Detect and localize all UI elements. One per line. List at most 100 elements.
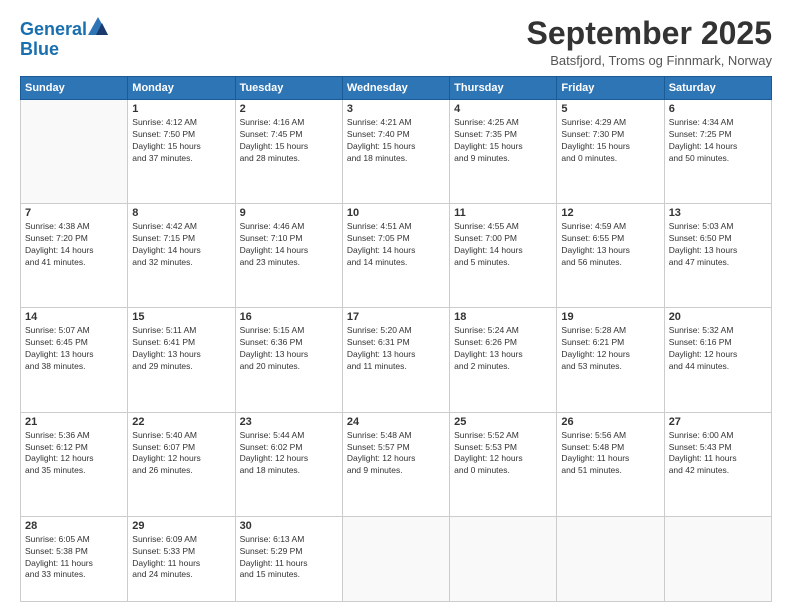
table-row xyxy=(664,516,771,601)
calendar-week-row: 21 Sunrise: 5:36 AM Sunset: 6:12 PM Dayli… xyxy=(21,412,772,516)
table-row: 4 Sunrise: 4:25 AM Sunset: 7:35 PM Daylig… xyxy=(450,100,557,204)
day-info: Sunrise: 4:34 AM Sunset: 7:25 PM Dayligh… xyxy=(669,117,767,165)
col-sunday: Sunday xyxy=(21,77,128,100)
table-row: 8 Sunrise: 4:42 AM Sunset: 7:15 PM Daylig… xyxy=(128,204,235,308)
table-row: 22 Sunrise: 5:40 AM Sunset: 6:07 PM Dayli… xyxy=(128,412,235,516)
day-info: Sunrise: 5:28 AM Sunset: 6:21 PM Dayligh… xyxy=(561,325,659,373)
day-info: Sunrise: 5:15 AM Sunset: 6:36 PM Dayligh… xyxy=(240,325,338,373)
day-number: 11 xyxy=(454,207,552,219)
calendar-week-row: 1 Sunrise: 4:12 AM Sunset: 7:50 PM Daylig… xyxy=(21,100,772,204)
table-row: 13 Sunrise: 5:03 AM Sunset: 6:50 PM Dayli… xyxy=(664,204,771,308)
month-title: September 2025 xyxy=(527,16,772,51)
day-number: 23 xyxy=(240,416,338,428)
day-info: Sunrise: 4:21 AM Sunset: 7:40 PM Dayligh… xyxy=(347,117,445,165)
day-number: 27 xyxy=(669,416,767,428)
day-number: 16 xyxy=(240,311,338,323)
day-info: Sunrise: 4:46 AM Sunset: 7:10 PM Dayligh… xyxy=(240,221,338,269)
table-row: 12Sunrise: 4:59 AM Sunset: 6:55 PM Dayli… xyxy=(557,204,664,308)
day-number: 21 xyxy=(25,416,123,428)
col-saturday: Saturday xyxy=(664,77,771,100)
day-info: Sunrise: 5:56 AM Sunset: 5:48 PM Dayligh… xyxy=(561,430,659,478)
title-block: September 2025 Batsfjord, Troms og Finnm… xyxy=(527,16,772,68)
table-row: 14 Sunrise: 5:07 AM Sunset: 6:45 PM Dayli… xyxy=(21,308,128,412)
page: General Blue September 2025 Batsfjord, T… xyxy=(0,0,792,612)
table-row: 18 Sunrise: 5:24 AM Sunset: 6:26 PM Dayli… xyxy=(450,308,557,412)
day-info: Sunrise: 5:36 AM Sunset: 6:12 PM Dayligh… xyxy=(25,430,123,478)
table-row: 3 Sunrise: 4:21 AM Sunset: 7:40 PM Daylig… xyxy=(342,100,449,204)
day-info: Sunrise: 4:38 AM Sunset: 7:20 PM Dayligh… xyxy=(25,221,123,269)
day-info: Sunrise: 4:16 AM Sunset: 7:45 PM Dayligh… xyxy=(240,117,338,165)
day-number: 25 xyxy=(454,416,552,428)
day-number: 19 xyxy=(561,311,659,323)
day-number: 2 xyxy=(240,103,338,115)
table-row xyxy=(21,100,128,204)
table-row: 16 Sunrise: 5:15 AM Sunset: 6:36 PM Dayli… xyxy=(235,308,342,412)
table-row: 17 Sunrise: 5:20 AM Sunset: 6:31 PM Dayli… xyxy=(342,308,449,412)
table-row: 21 Sunrise: 5:36 AM Sunset: 6:12 PM Dayli… xyxy=(21,412,128,516)
table-row: 24Sunrise: 5:48 AM Sunset: 5:57 PM Dayli… xyxy=(342,412,449,516)
table-row xyxy=(342,516,449,601)
logo-text: General xyxy=(20,20,87,40)
table-row: 25 Sunrise: 5:52 AM Sunset: 5:53 PM Dayli… xyxy=(450,412,557,516)
table-row: 26 Sunrise: 5:56 AM Sunset: 5:48 PM Dayli… xyxy=(557,412,664,516)
day-number: 6 xyxy=(669,103,767,115)
day-info: Sunrise: 5:24 AM Sunset: 6:26 PM Dayligh… xyxy=(454,325,552,373)
table-row: 23 Sunrise: 5:44 AM Sunset: 6:02 PM Dayli… xyxy=(235,412,342,516)
day-info: Sunrise: 4:55 AM Sunset: 7:00 PM Dayligh… xyxy=(454,221,552,269)
day-info: Sunrise: 4:25 AM Sunset: 7:35 PM Dayligh… xyxy=(454,117,552,165)
day-number: 10 xyxy=(347,207,445,219)
calendar-week-row: 28Sunrise: 6:05 AM Sunset: 5:38 PM Dayli… xyxy=(21,516,772,601)
day-number: 17 xyxy=(347,311,445,323)
day-number: 3 xyxy=(347,103,445,115)
col-friday: Friday xyxy=(557,77,664,100)
day-info: Sunrise: 5:03 AM Sunset: 6:50 PM Dayligh… xyxy=(669,221,767,269)
day-number: 9 xyxy=(240,207,338,219)
day-number: 8 xyxy=(132,207,230,219)
day-number: 13 xyxy=(669,207,767,219)
day-info: Sunrise: 5:07 AM Sunset: 6:45 PM Dayligh… xyxy=(25,325,123,373)
table-row: 30 Sunrise: 6:13 AM Sunset: 5:29 PM Dayli… xyxy=(235,516,342,601)
day-info: Sunrise: 5:20 AM Sunset: 6:31 PM Dayligh… xyxy=(347,325,445,373)
calendar-header-row: Sunday Monday Tuesday Wednesday Thursday… xyxy=(21,77,772,100)
day-info: Sunrise: 6:13 AM Sunset: 5:29 PM Dayligh… xyxy=(240,534,338,582)
col-tuesday: Tuesday xyxy=(235,77,342,100)
table-row: 28Sunrise: 6:05 AM Sunset: 5:38 PM Dayli… xyxy=(21,516,128,601)
col-thursday: Thursday xyxy=(450,77,557,100)
day-number: 14 xyxy=(25,311,123,323)
table-row: 29Sunrise: 6:09 AM Sunset: 5:33 PM Dayli… xyxy=(128,516,235,601)
header: General Blue September 2025 Batsfjord, T… xyxy=(20,16,772,68)
day-number: 20 xyxy=(669,311,767,323)
day-info: Sunrise: 5:44 AM Sunset: 6:02 PM Dayligh… xyxy=(240,430,338,478)
calendar-week-row: 14 Sunrise: 5:07 AM Sunset: 6:45 PM Dayli… xyxy=(21,308,772,412)
day-number: 4 xyxy=(454,103,552,115)
table-row: 5 Sunrise: 4:29 AM Sunset: 7:30 PM Daylig… xyxy=(557,100,664,204)
day-number: 26 xyxy=(561,416,659,428)
table-row: 20Sunrise: 5:32 AM Sunset: 6:16 PM Dayli… xyxy=(664,308,771,412)
day-info: Sunrise: 5:11 AM Sunset: 6:41 PM Dayligh… xyxy=(132,325,230,373)
day-number: 1 xyxy=(132,103,230,115)
calendar-week-row: 7Sunrise: 4:38 AM Sunset: 7:20 PM Daylig… xyxy=(21,204,772,308)
logo-icon xyxy=(88,17,108,35)
day-info: Sunrise: 4:29 AM Sunset: 7:30 PM Dayligh… xyxy=(561,117,659,165)
col-monday: Monday xyxy=(128,77,235,100)
day-info: Sunrise: 5:40 AM Sunset: 6:07 PM Dayligh… xyxy=(132,430,230,478)
table-row: 7Sunrise: 4:38 AM Sunset: 7:20 PM Daylig… xyxy=(21,204,128,308)
day-number: 30 xyxy=(240,520,338,532)
day-number: 5 xyxy=(561,103,659,115)
day-info: Sunrise: 5:52 AM Sunset: 5:53 PM Dayligh… xyxy=(454,430,552,478)
logo-text2: Blue xyxy=(20,40,59,60)
table-row: 19 Sunrise: 5:28 AM Sunset: 6:21 PM Dayli… xyxy=(557,308,664,412)
table-row: 2 Sunrise: 4:16 AM Sunset: 7:45 PM Daylig… xyxy=(235,100,342,204)
day-number: 29 xyxy=(132,520,230,532)
day-info: Sunrise: 4:12 AM Sunset: 7:50 PM Dayligh… xyxy=(132,117,230,165)
table-row: 11 Sunrise: 4:55 AM Sunset: 7:00 PM Dayli… xyxy=(450,204,557,308)
table-row: 27Sunrise: 6:00 AM Sunset: 5:43 PM Dayli… xyxy=(664,412,771,516)
day-number: 15 xyxy=(132,311,230,323)
day-info: Sunrise: 4:51 AM Sunset: 7:05 PM Dayligh… xyxy=(347,221,445,269)
day-number: 22 xyxy=(132,416,230,428)
day-number: 24 xyxy=(347,416,445,428)
col-wednesday: Wednesday xyxy=(342,77,449,100)
calendar-table: Sunday Monday Tuesday Wednesday Thursday… xyxy=(20,76,772,602)
day-info: Sunrise: 4:42 AM Sunset: 7:15 PM Dayligh… xyxy=(132,221,230,269)
day-number: 18 xyxy=(454,311,552,323)
